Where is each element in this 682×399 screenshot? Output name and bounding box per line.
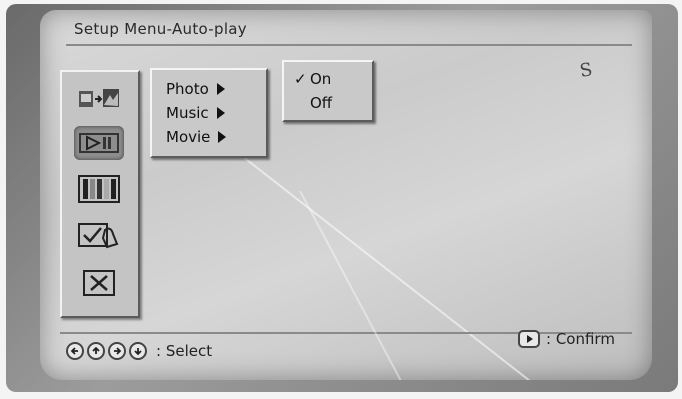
photo-transfer-icon [79, 89, 119, 107]
display-bars-icon [78, 175, 120, 203]
down-arrow-icon [129, 342, 147, 360]
right-arrow-icon [108, 342, 126, 360]
submenu-item-label: Photo [166, 80, 209, 98]
chevron-right-icon [216, 107, 225, 119]
scribble-mark: S [578, 59, 595, 82]
up-arrow-icon [87, 342, 105, 360]
sidebar-item-touch[interactable] [74, 218, 124, 252]
select-hint: : Select [66, 342, 212, 360]
menu-title: Setup Menu-Auto-play [74, 20, 247, 38]
exit-x-icon [83, 270, 115, 296]
checkmark-icon: ✓ [294, 70, 307, 88]
autoplay-submenu: Photo Music Movie [150, 68, 268, 158]
sidebar-item-slideshow[interactable] [74, 126, 124, 160]
submenu-item-movie[interactable]: Movie [166, 126, 227, 148]
option-off[interactable]: Off [294, 92, 332, 114]
sidebar-item-display[interactable] [74, 172, 124, 206]
chevron-right-icon [218, 131, 227, 143]
sidebar-item-photo-transfer[interactable] [74, 82, 124, 116]
confirm-hint-label: : Confirm [546, 330, 615, 348]
option-label: On [310, 70, 332, 88]
submenu-item-music[interactable]: Music [166, 102, 225, 124]
submenu-item-label: Music [166, 104, 209, 122]
slideshow-play-icon [79, 133, 119, 153]
submenu-item-label: Movie [166, 128, 211, 146]
option-label: Off [310, 94, 333, 112]
title-divider [66, 44, 632, 46]
left-arrow-icon [66, 342, 84, 360]
option-on[interactable]: ✓ On [294, 68, 331, 90]
device-screen: Setup Menu-Auto-play Photo Music Movie ✓… [40, 10, 652, 380]
touch-check-icon [78, 223, 119, 249]
confirm-hint: : Confirm [518, 330, 615, 348]
setup-sidebar [60, 70, 140, 318]
autoplay-options: ✓ On Off [282, 60, 374, 122]
chevron-right-icon [216, 83, 225, 95]
submenu-item-photo[interactable]: Photo [166, 78, 225, 100]
play-button-icon [518, 330, 540, 348]
sidebar-item-exit[interactable] [74, 266, 124, 300]
select-hint-label: : Select [156, 342, 213, 360]
